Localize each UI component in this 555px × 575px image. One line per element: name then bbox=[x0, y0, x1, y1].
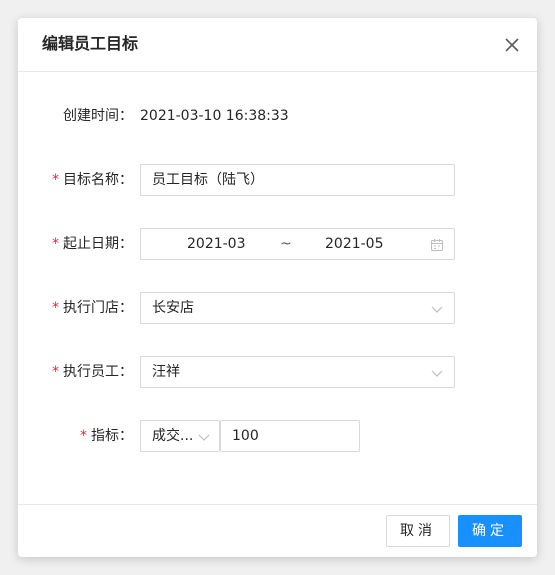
required-mark: * bbox=[52, 364, 59, 380]
created-time-value: 2021-03-10 16:38:33 bbox=[140, 108, 289, 124]
store-select[interactable]: 长安店 bbox=[140, 292, 455, 324]
chevron-down-icon bbox=[198, 434, 210, 441]
date-range-picker[interactable]: 2021-03 ~ 2021-05 bbox=[140, 228, 455, 260]
edit-employee-goal-dialog: 编辑员工目标 创建时间： 2021-03-10 16:38:33 * 目标名称： … bbox=[18, 18, 537, 557]
close-icon bbox=[505, 38, 519, 52]
confirm-button[interactable]: 确定 bbox=[458, 515, 522, 547]
employee-select-value: 汪祥 bbox=[152, 364, 180, 380]
created-time-row: 创建时间： 2021-03-10 16:38:33 bbox=[18, 100, 537, 132]
date-range-separator: ~ bbox=[280, 236, 292, 252]
indicator-label: * 指标： bbox=[80, 420, 133, 452]
employee-select[interactable]: 汪祥 bbox=[140, 356, 455, 388]
goal-name-label-text: 目标名称： bbox=[63, 172, 133, 188]
employee-row: * 执行员工： 汪祥 bbox=[18, 356, 537, 388]
required-mark: * bbox=[52, 300, 59, 316]
employee-label-text: 执行员工： bbox=[63, 364, 133, 380]
date-range-label-text: 起止日期： bbox=[63, 236, 133, 252]
indicator-type-select[interactable]: 成交... bbox=[140, 420, 220, 452]
required-mark: * bbox=[80, 428, 87, 444]
indicator-label-text: 指标： bbox=[91, 428, 133, 444]
date-range-end[interactable]: 2021-05 bbox=[325, 229, 384, 259]
goal-name-input[interactable]: 员工目标（陆飞） bbox=[140, 164, 455, 196]
store-label-text: 执行门店： bbox=[63, 300, 133, 316]
chevron-down-icon bbox=[431, 370, 443, 377]
store-row: * 执行门店： 长安店 bbox=[18, 292, 537, 324]
goal-name-label: * 目标名称： bbox=[52, 164, 133, 196]
store-label: * 执行门店： bbox=[52, 292, 133, 324]
required-mark: * bbox=[52, 172, 59, 188]
dialog-title: 编辑员工目标 bbox=[42, 34, 139, 53]
date-range-row: * 起止日期： 2021-03 ~ 2021-05 bbox=[18, 228, 537, 260]
cancel-button[interactable]: 取消 bbox=[386, 515, 450, 547]
calendar-icon bbox=[431, 239, 443, 251]
date-range-start[interactable]: 2021-03 bbox=[187, 229, 246, 259]
store-select-value: 长安店 bbox=[152, 300, 194, 316]
indicator-type-value: 成交... bbox=[152, 428, 194, 444]
created-time-label: 创建时间： bbox=[63, 108, 133, 124]
indicator-row: * 指标： 成交... 100 bbox=[18, 420, 537, 452]
close-button[interactable] bbox=[501, 34, 523, 56]
chevron-down-icon bbox=[431, 306, 443, 313]
indicator-amount-input[interactable]: 100 bbox=[220, 420, 360, 452]
dialog-footer: 取消 确定 bbox=[18, 504, 537, 557]
dialog-header: 编辑员工目标 bbox=[18, 18, 537, 72]
date-range-label: * 起止日期： bbox=[52, 228, 133, 260]
employee-label: * 执行员工： bbox=[52, 356, 133, 388]
required-mark: * bbox=[52, 236, 59, 252]
goal-name-row: * 目标名称： 员工目标（陆飞） bbox=[18, 164, 537, 196]
